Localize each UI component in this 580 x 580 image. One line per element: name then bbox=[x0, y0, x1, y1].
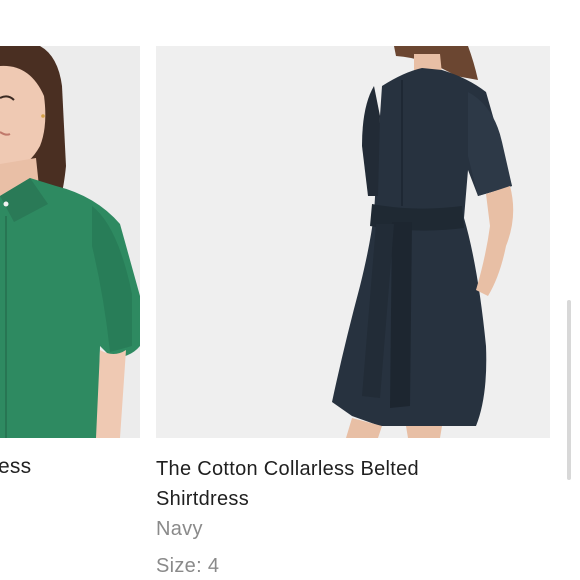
product-name[interactable]: The Cotton Collarless Belted Shirtdress bbox=[156, 454, 496, 514]
navy-shirtdress-photo bbox=[156, 46, 550, 438]
product-size: Size: 4 bbox=[156, 555, 220, 577]
product-name-partial[interactable]: ess bbox=[0, 455, 31, 479]
product-image-navy-shirtdress[interactable] bbox=[156, 46, 550, 438]
green-shirtdress-photo bbox=[0, 46, 140, 438]
scrollbar-thumb[interactable] bbox=[567, 300, 571, 480]
product-image-green-shirtdress[interactable] bbox=[0, 46, 140, 438]
product-color: Navy bbox=[156, 518, 203, 540]
